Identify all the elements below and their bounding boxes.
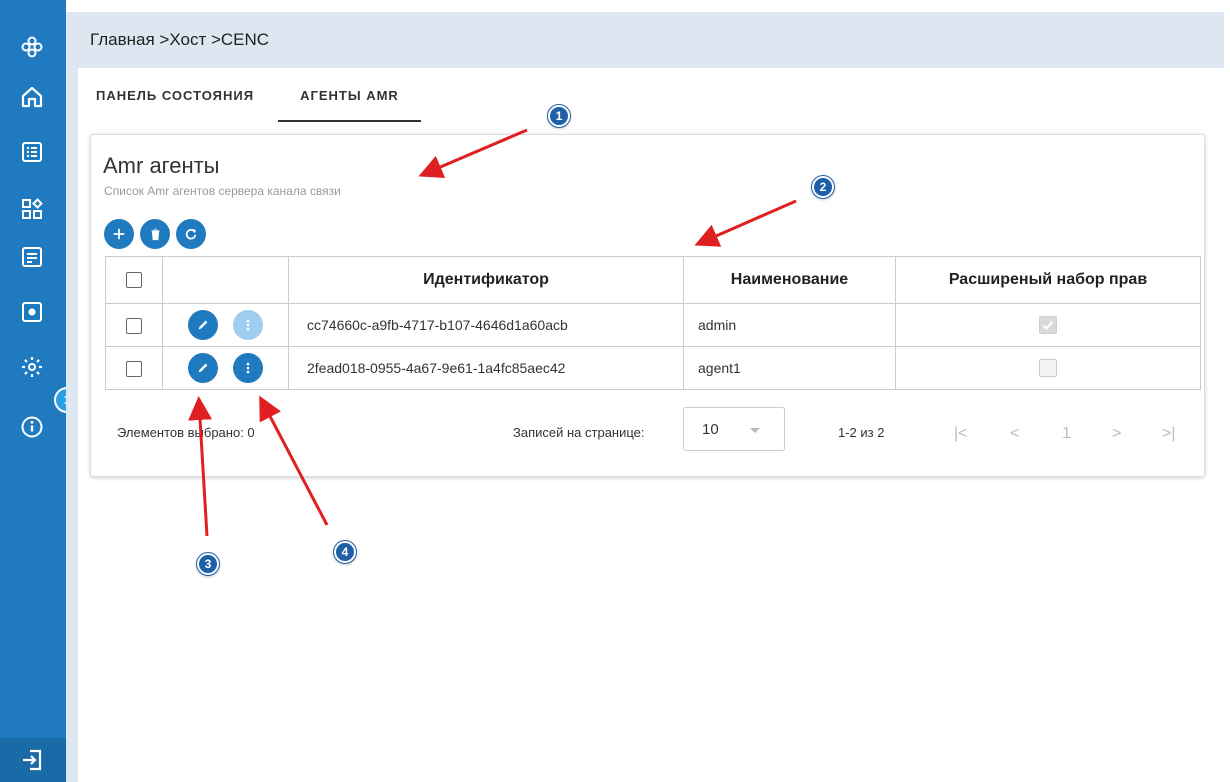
select-all-checkbox[interactable] bbox=[126, 271, 142, 288]
annotation-badge-1: 1 bbox=[548, 105, 570, 127]
column-header-extended[interactable]: Расширеный набор прав bbox=[895, 256, 1201, 304]
refresh-button[interactable] bbox=[176, 219, 206, 249]
annotation-badge-4: 4 bbox=[334, 541, 356, 563]
per-page-label: Записей на странице: bbox=[513, 425, 645, 440]
more-button[interactable] bbox=[233, 353, 264, 383]
prev-page-icon[interactable]: < bbox=[1010, 425, 1019, 443]
table-row: 2fead018-0955-4a67-9e61-1a4fc85aec42 age… bbox=[105, 346, 1201, 390]
cell-name: agent1 bbox=[683, 346, 896, 390]
row-checkbox[interactable] bbox=[126, 360, 142, 377]
first-page-icon[interactable]: |< bbox=[954, 425, 968, 443]
document-icon[interactable] bbox=[17, 242, 47, 272]
plugin-icon[interactable] bbox=[17, 297, 47, 327]
sidebar-footer bbox=[0, 738, 66, 782]
next-page-icon[interactable]: > bbox=[1112, 425, 1121, 443]
info-icon[interactable] bbox=[17, 412, 47, 442]
main-content: Главная >Хост >CENC ПАНЕЛЬ СОСТОЯНИЯ АГЕ… bbox=[66, 12, 1224, 782]
column-header-name[interactable]: Наименование bbox=[683, 256, 896, 304]
cell-id: cc74660c-a9fb-4717-b107-4646d1a60acb bbox=[288, 303, 684, 347]
annotation-badge-3: 3 bbox=[197, 553, 219, 575]
actions-header bbox=[162, 256, 289, 304]
table-header-row: Идентификатор Наименование Расширеный на… bbox=[105, 256, 1201, 304]
row-checkbox[interactable] bbox=[126, 317, 142, 334]
card-subtitle: Список Amr агентов сервера канала связи bbox=[104, 184, 341, 198]
tab-bar: ПАНЕЛЬ СОСТОЯНИЯ АГЕНТЫ AMR bbox=[96, 88, 445, 122]
edit-button[interactable] bbox=[187, 353, 218, 383]
column-header-id[interactable]: Идентификатор bbox=[288, 256, 684, 304]
toolbar bbox=[104, 219, 206, 249]
card-title: Amr агенты bbox=[103, 153, 220, 178]
list-icon[interactable] bbox=[17, 137, 47, 167]
page-number[interactable]: 1 bbox=[1062, 425, 1071, 443]
agents-card: Amr агенты Список Amr агентов сервера ка… bbox=[90, 134, 1205, 477]
extended-rights-checkbox bbox=[1039, 359, 1057, 378]
delete-icon bbox=[150, 228, 160, 241]
table-row: cc74660c-a9fb-4717-b107-4646d1a60acb adm… bbox=[105, 303, 1201, 347]
logout-icon[interactable] bbox=[17, 745, 47, 775]
more-vert-icon bbox=[247, 319, 250, 331]
extended-rights-checkbox bbox=[1039, 316, 1057, 335]
per-page-select[interactable]: 10 bbox=[683, 407, 785, 451]
tab-status-panel[interactable]: ПАНЕЛЬ СОСТОЯНИЯ bbox=[96, 88, 254, 118]
per-page-value: 10 bbox=[702, 420, 719, 438]
logo-icon[interactable] bbox=[17, 32, 47, 62]
select-all-cell bbox=[105, 256, 163, 304]
breadcrumb: Главная >Хост >CENC bbox=[78, 12, 1224, 68]
more-vert-icon bbox=[247, 362, 250, 374]
add-icon bbox=[113, 228, 125, 240]
last-page-icon[interactable]: >| bbox=[1162, 425, 1176, 443]
refresh-icon bbox=[185, 228, 197, 240]
check-icon bbox=[1042, 320, 1054, 331]
dropdown-arrow-icon bbox=[750, 428, 760, 433]
more-button[interactable] bbox=[233, 310, 264, 340]
apps-icon[interactable] bbox=[17, 194, 47, 224]
page-range: 1-2 из 2 bbox=[838, 425, 885, 440]
selected-count: Элементов выбрано: 0 bbox=[117, 425, 255, 440]
agents-table: Идентификатор Наименование Расширеный на… bbox=[105, 256, 1201, 390]
pencil-icon bbox=[198, 320, 207, 330]
annotation-badge-2: 2 bbox=[812, 176, 834, 198]
edit-button[interactable] bbox=[187, 310, 218, 340]
home-icon[interactable] bbox=[17, 82, 47, 112]
add-button[interactable] bbox=[104, 219, 134, 249]
delete-button[interactable] bbox=[140, 219, 170, 249]
settings-icon[interactable] bbox=[17, 352, 47, 382]
tab-amr-agents[interactable]: АГЕНТЫ AMR bbox=[278, 88, 421, 122]
cell-name: admin bbox=[683, 303, 896, 347]
pencil-icon bbox=[198, 363, 207, 373]
breadcrumb-text[interactable]: Главная >Хост >CENC bbox=[90, 30, 269, 50]
cell-id: 2fead018-0955-4a67-9e61-1a4fc85aec42 bbox=[288, 346, 684, 390]
